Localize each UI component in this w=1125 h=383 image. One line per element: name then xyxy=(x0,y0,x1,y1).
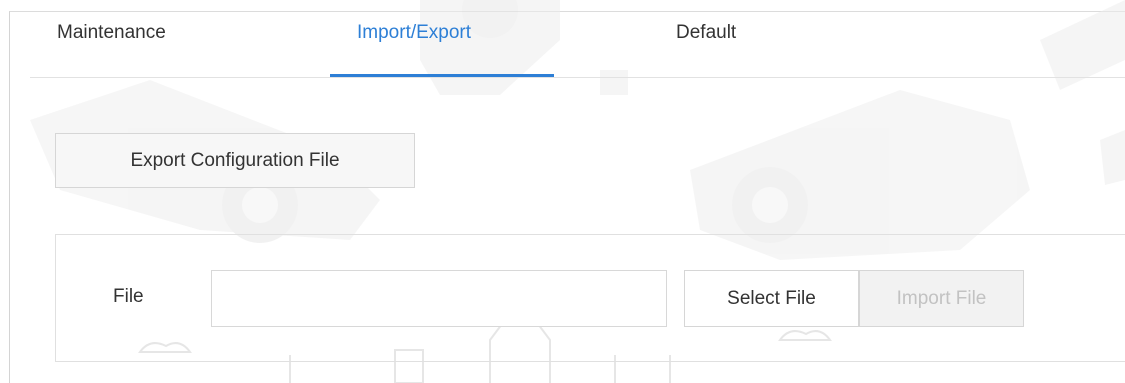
tab-maintenance[interactable]: Maintenance xyxy=(57,22,166,44)
tab-import-export[interactable]: Import/Export xyxy=(357,22,471,44)
file-label: File xyxy=(113,286,144,307)
import-file-button: Import File xyxy=(859,270,1024,327)
file-path-input[interactable] xyxy=(211,270,667,327)
active-tab-indicator xyxy=(330,74,554,77)
tab-divider xyxy=(30,77,1125,78)
tab-bar xyxy=(0,11,1125,77)
tab-default[interactable]: Default xyxy=(676,22,736,44)
export-configuration-file-button[interactable]: Export Configuration File xyxy=(55,133,415,188)
select-file-button[interactable]: Select File xyxy=(684,270,859,327)
